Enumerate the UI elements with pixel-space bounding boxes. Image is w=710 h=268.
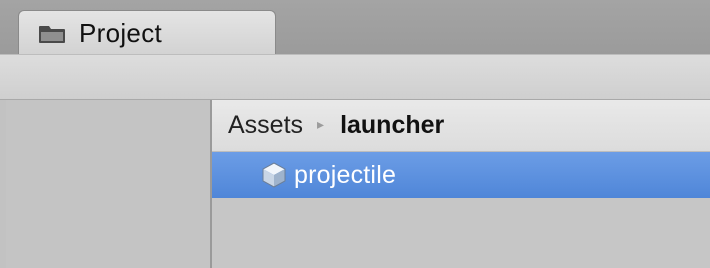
project-window: Project Assets ▸ launcher projectile <box>0 0 710 268</box>
folder-icon <box>37 23 67 45</box>
list-item[interactable]: projectile <box>212 152 710 198</box>
tab-strip: Project <box>0 0 710 56</box>
toolbar <box>0 54 710 100</box>
breadcrumb-root[interactable]: Assets <box>228 111 303 140</box>
breadcrumb-separator-icon: ▸ <box>317 116 325 132</box>
breadcrumb-current[interactable]: launcher <box>340 111 444 140</box>
asset-list-pane: Assets ▸ launcher projectile <box>212 100 710 268</box>
list-item-label: projectile <box>294 160 397 189</box>
tab-project[interactable]: Project <box>18 10 276 56</box>
breadcrumb: Assets ▸ launcher <box>212 100 710 152</box>
prefab-cube-icon <box>260 161 288 189</box>
folder-tree-pane[interactable] <box>6 100 210 268</box>
tab-label: Project <box>79 18 163 48</box>
